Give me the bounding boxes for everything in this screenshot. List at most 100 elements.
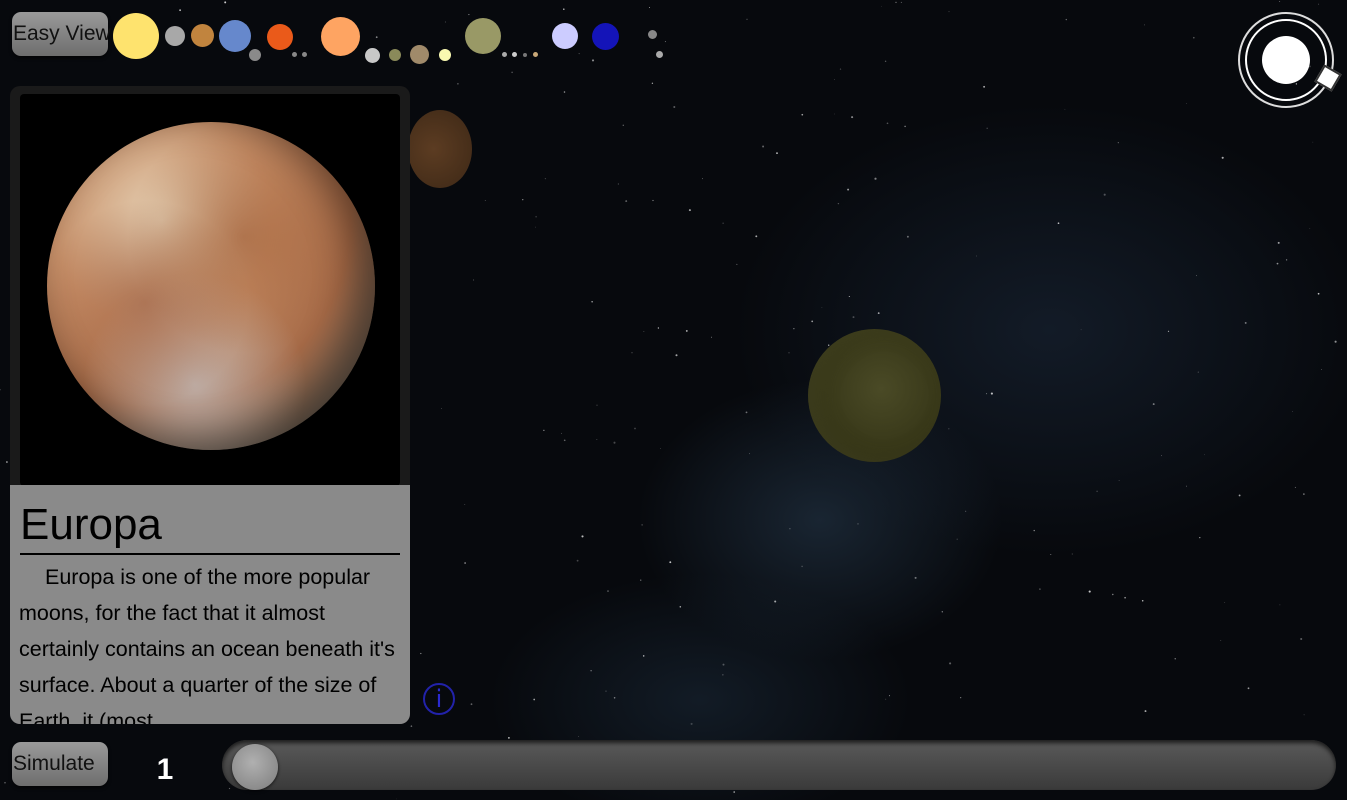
star — [722, 663, 725, 666]
star — [669, 561, 672, 564]
star — [1112, 593, 1114, 596]
simulate-button[interactable]: Simulate — [12, 742, 108, 786]
saturn-moon-3-icon[interactable] — [523, 53, 527, 57]
star — [543, 429, 545, 431]
star — [410, 725, 413, 727]
mercury-icon[interactable] — [165, 26, 185, 46]
mars-icon[interactable] — [267, 24, 293, 50]
star — [651, 82, 654, 84]
star — [660, 448, 661, 449]
speed-slider-track[interactable] — [222, 740, 1336, 790]
charon-icon[interactable] — [656, 51, 663, 58]
star — [1174, 658, 1176, 660]
star — [631, 352, 633, 354]
distant-planet[interactable] — [408, 110, 472, 188]
star — [535, 215, 537, 218]
star — [688, 209, 691, 212]
star — [625, 200, 628, 203]
star — [1152, 403, 1155, 406]
star — [522, 199, 524, 201]
star — [941, 611, 943, 613]
saturn-moon-4-icon[interactable] — [533, 52, 538, 57]
star — [1204, 454, 1205, 456]
star — [1196, 275, 1197, 277]
star — [736, 263, 738, 265]
jupiter-icon[interactable] — [321, 17, 360, 56]
star — [581, 535, 584, 538]
star — [884, 60, 887, 62]
star — [675, 354, 678, 357]
card-text-panel[interactable]: Europa Europa is one of the more popular… — [10, 485, 410, 724]
star — [793, 328, 795, 330]
focused-planet[interactable] — [808, 329, 941, 462]
venus-icon[interactable] — [191, 24, 214, 47]
star — [749, 453, 750, 455]
star — [1309, 228, 1311, 229]
star — [722, 674, 724, 676]
saturn-icon[interactable] — [465, 18, 501, 54]
star — [1334, 340, 1337, 343]
orbit-view-button[interactable] — [1238, 12, 1342, 108]
star — [591, 301, 593, 303]
star — [990, 392, 993, 395]
star — [746, 18, 748, 20]
phobos-icon[interactable] — [292, 52, 297, 57]
star — [874, 177, 877, 180]
easy-view-button[interactable]: Easy View — [12, 12, 111, 56]
earth-icon[interactable] — [219, 20, 251, 52]
star — [657, 327, 660, 329]
star — [986, 393, 988, 395]
star — [613, 441, 616, 444]
saturn-moon-2-icon[interactable] — [512, 52, 517, 57]
star — [1277, 241, 1280, 244]
star — [948, 11, 950, 13]
star — [1220, 640, 1222, 641]
star — [642, 655, 645, 657]
ganymede-icon[interactable] — [410, 45, 429, 64]
star — [613, 697, 616, 699]
star — [881, 5, 882, 7]
star — [441, 407, 442, 409]
star — [664, 41, 666, 43]
speed-value: 1 — [156, 753, 174, 786]
uranus-icon[interactable] — [552, 23, 578, 49]
star — [535, 226, 536, 228]
star — [596, 404, 598, 406]
star — [590, 670, 592, 672]
star — [375, 36, 378, 39]
star — [1312, 141, 1314, 143]
star — [1071, 553, 1073, 555]
star — [745, 411, 748, 414]
star — [1285, 259, 1288, 261]
io-icon[interactable] — [365, 48, 380, 63]
star — [641, 524, 643, 526]
star — [1103, 193, 1106, 196]
star — [755, 235, 758, 238]
deimos-icon[interactable] — [302, 52, 307, 57]
star — [1192, 36, 1195, 39]
pluto-icon[interactable] — [648, 30, 657, 39]
star — [762, 145, 765, 148]
sun-icon[interactable] — [113, 13, 159, 59]
moon-icon[interactable] — [249, 49, 261, 61]
star — [396, 798, 397, 800]
info-icon[interactable]: i — [423, 683, 455, 715]
speed-slider-thumb[interactable] — [232, 744, 278, 790]
star — [956, 538, 958, 540]
star — [1033, 529, 1035, 532]
neptune-icon[interactable] — [592, 23, 619, 50]
star — [949, 662, 952, 665]
star — [906, 235, 909, 238]
star — [652, 199, 654, 202]
europa-icon[interactable] — [389, 49, 401, 61]
star — [965, 510, 967, 512]
star — [1065, 18, 1067, 21]
callisto-icon[interactable] — [439, 49, 451, 61]
star — [1199, 537, 1201, 539]
star — [634, 427, 636, 430]
star — [643, 331, 645, 333]
star — [591, 59, 595, 62]
star — [852, 316, 855, 319]
saturn-moon-1-icon[interactable] — [502, 52, 507, 57]
star — [622, 124, 624, 126]
